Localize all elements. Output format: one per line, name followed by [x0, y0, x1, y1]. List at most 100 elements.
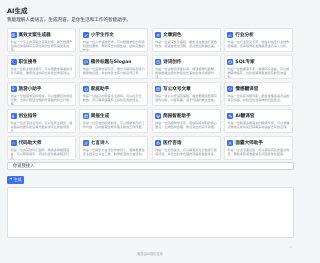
prompt-card[interactable]: 简报智能助手 你是一位简报制作专家，能够提炼材料的核心要点，生成结构合理、重点突出…: [151, 109, 221, 133]
generate-button-label: 生成: [14, 176, 22, 182]
prompt-card-icon: [10, 59, 17, 65]
prompt-card[interactable]: 稿件标题与Slogan 你是一位品牌文案专家，擅长为稿件拟定吸引眼球的标题，并创作…: [79, 55, 149, 79]
prompt-card-icon: [227, 113, 234, 119]
prompt-card[interactable]: 诗词创作 你是一位古典诗词爱好者，精通格律与韵脚，能够根据主题创作意境优美的古体诗…: [151, 55, 221, 79]
prompt-card[interactable]: 职位搜寻 你是一位职业规划顾问，可以根据求职者的背景与期望，推荐合适的职位并给出求…: [7, 55, 76, 79]
prompt-card[interactable]: 文章润色 你是一位资深文字编辑，擅长对文章进行润色修改，使语言更加流畅、表达更加准…: [151, 28, 221, 52]
prompt-card-description: 你是一位擅长七言诗创作的诗人，能够根据给定主题写出对仗工整、韵律和谐的七言诗句。: [82, 147, 145, 156]
prompt-card-header: AI翻译官: [227, 113, 289, 120]
prompt-card-description: 你是一位资深创业导师，可以在商业模式、融资路演和团队建设等方面提供专业的指导意见…: [10, 120, 73, 133]
prompt-card-header: 职位搜寻: [10, 59, 73, 66]
prompt-card-title: 家庭助手: [90, 87, 110, 92]
prompt-card-icon: [82, 113, 89, 119]
output-area[interactable]: [7, 187, 294, 249]
prompt-card-description: 你是一位古典诗词爱好者，精通格律与韵脚，能够根据主题创作意境优美的古体诗或现代诗…: [155, 66, 217, 79]
prompt-card-icon: [10, 140, 17, 146]
prompt-card[interactable]: 写公众号文章 你是一位公众号运营编辑，擅长根据选题撰写结构清晰、内容有趣、易于传播…: [151, 82, 221, 106]
prompt-card-header: 家庭助手: [82, 86, 145, 93]
prompt-card[interactable]: 旅游小助手 你是一位经验丰富的导游，可以根据目的地和天数，为用户规划合理的行程路线…: [7, 82, 76, 106]
prompt-card-title: 周报生成: [90, 114, 110, 119]
prompt-card-header: 稿件标题与Slogan: [82, 59, 145, 66]
prompt-card[interactable]: 面霸大师助手 你是一位资深面试官，可以模拟真实的面试场景，帮助求职者准备常见问题并…: [223, 136, 293, 160]
prompt-card[interactable]: 创业指导 你是一位资深创业导师，可以在商业模式、融资路演和团队建设等方面提供专业的…: [7, 109, 76, 133]
prompt-card-title: 旅游小助手: [18, 87, 42, 92]
prompt-card[interactable]: 代码助大师 你是一位资深软件工程师，精通多种编程语言，可以帮助编写、调试和优化各类…: [7, 136, 76, 160]
footer-text: 服务由AI提供支持: [137, 252, 163, 256]
page-subtitle: 我能理解人类语言，生成内容，是你生活和工作的智能助手。: [7, 18, 132, 23]
prompt-card[interactable]: 家庭助手 你是一位贴心的家庭生活顾问，可以在烹饪、收纳、育儿等家庭事务上提供实用的…: [79, 82, 149, 106]
prompt-card-header: 代码助大师: [10, 140, 73, 147]
prompt-card-title: 简报智能助手: [163, 114, 191, 119]
prompt-card-icon: [155, 59, 162, 65]
prompt-card-description: 你是一位品牌文案专家，擅长为稿件拟定吸引眼球的标题，并创作简洁有力的宣传口号。: [82, 66, 145, 75]
page-title: AI生成: [7, 7, 28, 15]
prompt-card-title: 职位搜寻: [18, 60, 37, 65]
prompt-card-header: 旅游小助手: [10, 86, 73, 93]
resize-handle-icon[interactable]: [289, 233, 293, 249]
prompt-card-icon: [155, 86, 162, 92]
prompt-card-header: 医疗咨询: [155, 140, 217, 147]
prompt-card-title: 写公众号文章: [163, 87, 191, 92]
prompt-card[interactable]: SQL专家 你是一位数据库专家，精通SQL语言，可以根据需求编写、优化和解释各种复…: [223, 55, 293, 79]
prompt-card-header: 诗词创作: [155, 59, 217, 66]
prompt-card-description: 你是一位简报制作专家，能够提炼材料的核心要点，生成结构合理、重点突出的演示简报。: [155, 120, 217, 129]
prompt-card-title: 诗词创作: [163, 60, 182, 65]
prompt-card-description: 你是一位行业研究专家，能够对指定行业的市场规模、竞争格局和发展趋势进行深入分析。: [227, 39, 290, 48]
prompt-card-header: 小学生作文: [82, 32, 145, 39]
prompt-card-title: SQL专家: [235, 60, 255, 65]
prompt-card-header: 七言诗人: [82, 140, 145, 147]
prompt-card-header: 创业指导: [10, 113, 73, 120]
prompt-card[interactable]: AI翻译官 你是一位精通多国语言的翻译专家，可以准确流畅地完成中英日韩等多种语言之…: [223, 109, 293, 133]
generate-button[interactable]: 生成: [7, 175, 24, 184]
prompt-card[interactable]: 医疗咨询 你是一位全科医生，可以解答常见的健康与疾病问题，并给出科学合理的就医和保…: [151, 136, 221, 160]
ai-generation-page: AI生成 我能理解人类语言，生成内容，是你生活和工作的智能助手。 高效文案生成器…: [0, 0, 300, 263]
prompt-card-header: 写公众号文章: [155, 86, 217, 93]
prompt-card-icon: [227, 86, 234, 92]
prompt-card-description: 你是一位精通多国语言的翻译专家，可以准确流畅地完成中英日韩等多种语言之间的互译。: [227, 120, 290, 129]
prompt-card-header: 行业分析: [227, 32, 289, 39]
prompt-card-description: 你是一位全科医生，可以解答常见的健康与疾病问题，并给出科学合理的就医和保健建议。: [155, 147, 217, 156]
prompt-card-icon: [227, 140, 234, 146]
prompt-card-icon: [82, 59, 89, 65]
prompt-card-description: 你是一位贴心的家庭生活顾问，可以在烹饪、收纳、育儿等家庭事务上提供实用的建议。: [82, 93, 145, 102]
prompt-card[interactable]: 七言诗人 你是一位擅长七言诗创作的诗人，能够根据给定主题写出对仗工整、韵律和谐的七…: [79, 136, 149, 160]
prompt-card-description: 你是一位公众号运营编辑，擅长根据选题撰写结构清晰、内容有趣、易于传播的推文文章。: [155, 93, 217, 102]
prompt-card-description: 你是一位经验丰富的导游，可以根据目的地和天数，为用户规划合理的行程路线和出行攻略…: [10, 93, 73, 106]
prompt-card-title: 医疗咨询: [163, 141, 182, 146]
prompt-card-icon: [227, 59, 234, 65]
prompt-card[interactable]: 高效文案生成器 你是一个专业的营销文案策划师，擅长根据产品特点快速撰写高转化率的优…: [7, 28, 76, 52]
prompt-card-title: 稿件标题与Slogan: [90, 60, 132, 65]
prompt-card-header: 简报智能助手: [155, 113, 217, 120]
prompt-card-title: AI翻译官: [235, 114, 255, 119]
prompt-card-description: 你是一位资深面试官，可以模拟真实的面试场景，帮助求职者准备常见问题并优化回答。: [227, 147, 290, 156]
prompt-card-icon: [82, 140, 89, 146]
prompt-card-icon: [10, 32, 17, 38]
prompt-card-icon: [155, 140, 162, 146]
prompt-card-description: 你是一位高效的职场助手，可以根据本周的工作内容，自动整理生成条理清晰的工作周报。: [82, 120, 145, 129]
prompt-card-description: 你是一个专业的营销文案策划师，擅长根据产品特点快速撰写高转化率的优质营销文案内容…: [10, 39, 73, 52]
prompt-card-icon: [155, 113, 162, 119]
prompt-card[interactable]: 周报生成 你是一位高效的职场助手，可以根据本周的工作内容，自动整理生成条理清晰的工…: [79, 109, 149, 133]
prompt-card-icon: [10, 86, 17, 92]
prompt-card[interactable]: 行业分析 你是一位行业研究专家，能够对指定行业的市场规模、竞争格局和发展趋势进行深…: [223, 28, 293, 52]
prompt-card[interactable]: 小学生作文 你是一位小学语文老师，可以根据学生的年级和题目要求，帮助写出内容生动、…: [79, 28, 149, 52]
prompt-card-icon: [82, 86, 89, 92]
prompt-card-header: 高效文案生成器: [10, 32, 73, 39]
prompt-card-title: 代码助大师: [18, 141, 42, 146]
prompt-input[interactable]: [7, 162, 294, 170]
prompt-card-title: 小学生作文: [90, 33, 114, 38]
prompt-card-title: 文章润色: [163, 33, 182, 38]
prompt-card-header: 文章润色: [155, 32, 217, 39]
prompt-card-icon: [227, 32, 234, 38]
prompt-card[interactable]: 情感翻译官 你是一位情感沟通专家，能够读懂话语背后的真实情绪，并给出恰当得体的回复…: [223, 82, 293, 106]
prompt-card-title: 情感翻译官: [235, 87, 259, 92]
prompt-card-description: 你是一位数据库专家，精通SQL语言，可以根据需求编写、优化和解释各种复杂的查询语…: [227, 66, 290, 79]
prompt-card-title: 面霸大师助手: [235, 141, 263, 146]
prompt-card-header: 周报生成: [82, 113, 145, 120]
prompt-card-icon: [82, 32, 89, 38]
prompt-card-description: 你是一位职业规划顾问，可以根据求职者的背景与期望，推荐合适的职位并给出求职建议。: [10, 66, 73, 75]
prompt-card-description: 你是一位小学语文老师，可以根据学生的年级和题目要求，帮助写出内容生动、结构完整的…: [82, 39, 145, 52]
prompt-card-title: 高效文案生成器: [18, 33, 51, 38]
prompt-card-description: 你是一位资深文字编辑，擅长对文章进行润色修改，使语言更加流畅、表达更加准确优美。: [155, 39, 217, 48]
prompt-card-grid: 高效文案生成器 你是一个专业的营销文案策划师，擅长根据产品特点快速撰写高转化率的优…: [7, 28, 294, 160]
